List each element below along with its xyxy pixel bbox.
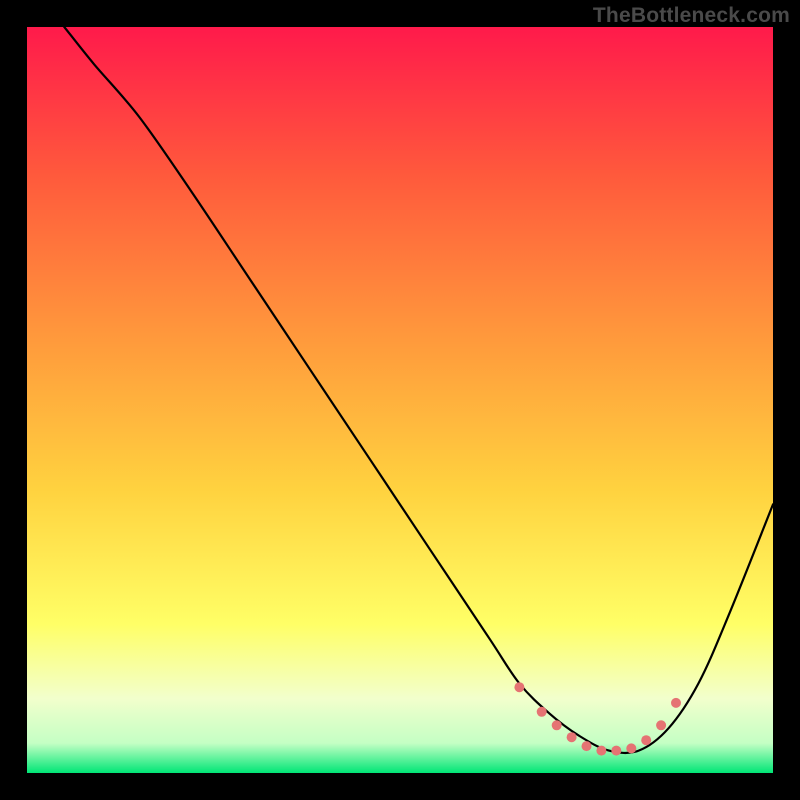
marker-dot <box>656 720 666 730</box>
marker-dot <box>552 720 562 730</box>
marker-dot <box>626 743 636 753</box>
chart-container: TheBottleneck.com <box>0 0 800 800</box>
marker-dot <box>596 746 606 756</box>
marker-dot <box>671 698 681 708</box>
marker-dot <box>611 746 621 756</box>
marker-dot <box>582 741 592 751</box>
plot-area <box>27 27 773 773</box>
watermark-text: TheBottleneck.com <box>593 4 790 28</box>
marker-dot <box>537 707 547 717</box>
marker-dot <box>567 732 577 742</box>
marker-dot <box>641 735 651 745</box>
gradient-background <box>27 27 773 773</box>
chart-svg <box>27 27 773 773</box>
marker-dot <box>514 682 524 692</box>
